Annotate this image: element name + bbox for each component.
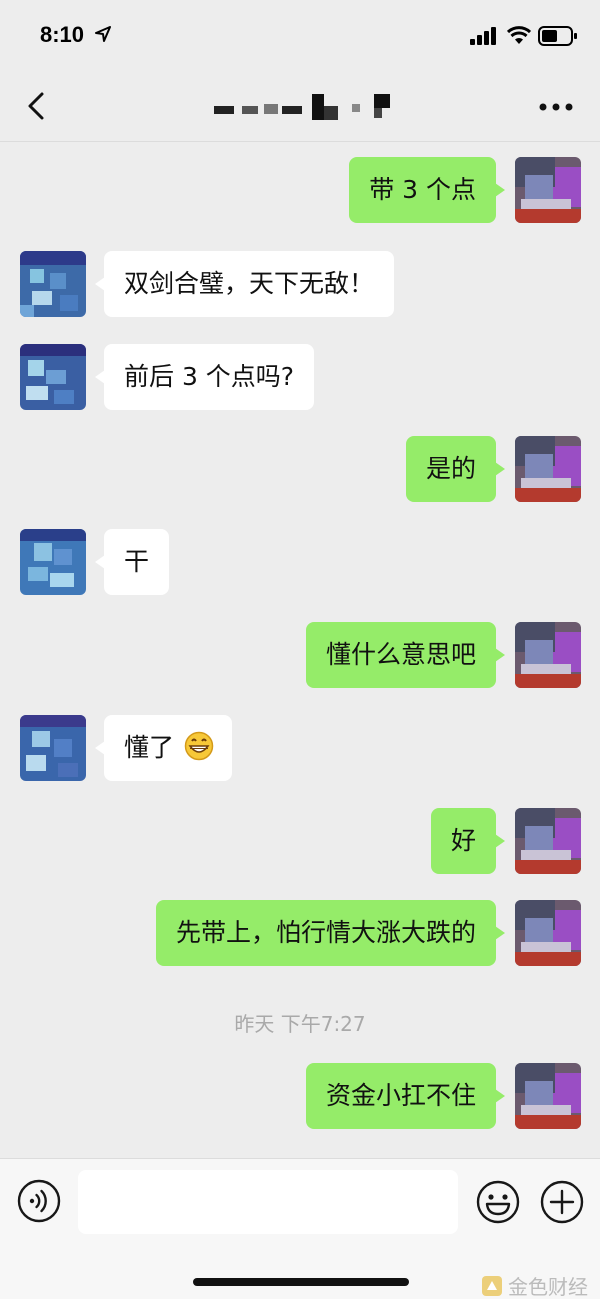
my-avatar[interactable] — [515, 157, 581, 223]
plus-icon[interactable] — [539, 1179, 585, 1225]
emoji-icon[interactable] — [475, 1179, 521, 1225]
wifi-icon — [507, 26, 531, 44]
watermark: 金色财经 — [480, 1271, 588, 1299]
watermark-text: 金色财经 — [508, 1275, 588, 1299]
input-bar: 金色财经 — [0, 1158, 600, 1299]
obscured-contact-name — [214, 94, 390, 120]
received-message-bubble[interactable]: 干 — [94, 529, 170, 595]
grinning-face-icon — [184, 731, 214, 761]
home-indicator[interactable] — [193, 1278, 409, 1286]
sent-message-bubble[interactable]: 带 3 个点 — [349, 157, 505, 223]
my-avatar[interactable] — [515, 1063, 581, 1129]
my-avatar[interactable] — [515, 900, 581, 966]
my-avatar[interactable] — [515, 436, 581, 502]
chat-timestamp: 昨天 下午7:27 — [234, 1012, 366, 1036]
message-input[interactable] — [78, 1170, 458, 1234]
contact-avatar[interactable] — [20, 715, 86, 781]
sent-message-bubble[interactable]: 资金小扛不住 — [305, 1063, 506, 1129]
received-message-bubble[interactable]: 双剑合璧，天下无敌！ — [94, 251, 395, 317]
back-chevron-icon[interactable] — [24, 90, 48, 122]
location-arrow-icon — [95, 26, 111, 42]
message-text: 懂了 — [124, 733, 175, 762]
status-time: 8:10 — [40, 22, 85, 47]
watermark-logo-icon — [482, 1275, 502, 1296]
contact-avatar[interactable] — [20, 251, 86, 317]
contact-avatar[interactable] — [20, 344, 86, 410]
received-message-bubble[interactable]: 懂了 — [95, 715, 232, 781]
my-avatar[interactable] — [515, 622, 581, 688]
sent-message-bubble[interactable]: 好 — [430, 808, 506, 874]
status-bar: 8:10 — [0, 0, 600, 70]
voice-input-icon[interactable] — [17, 1179, 61, 1223]
cellular-signal-icon — [470, 27, 496, 45]
my-avatar[interactable] — [515, 808, 581, 874]
more-options-icon[interactable] — [538, 102, 574, 112]
received-message-bubble[interactable]: 前后 3 个点吗? — [94, 344, 315, 410]
battery-icon — [538, 26, 577, 46]
sent-message-bubble[interactable]: 先带上，怕行情大涨大跌的 — [155, 900, 506, 966]
sent-message-bubble[interactable]: 懂什么意思吧 — [305, 622, 506, 688]
contact-avatar[interactable] — [20, 529, 86, 595]
sent-message-bubble[interactable]: 是的 — [405, 436, 506, 502]
chat-header — [0, 70, 600, 142]
